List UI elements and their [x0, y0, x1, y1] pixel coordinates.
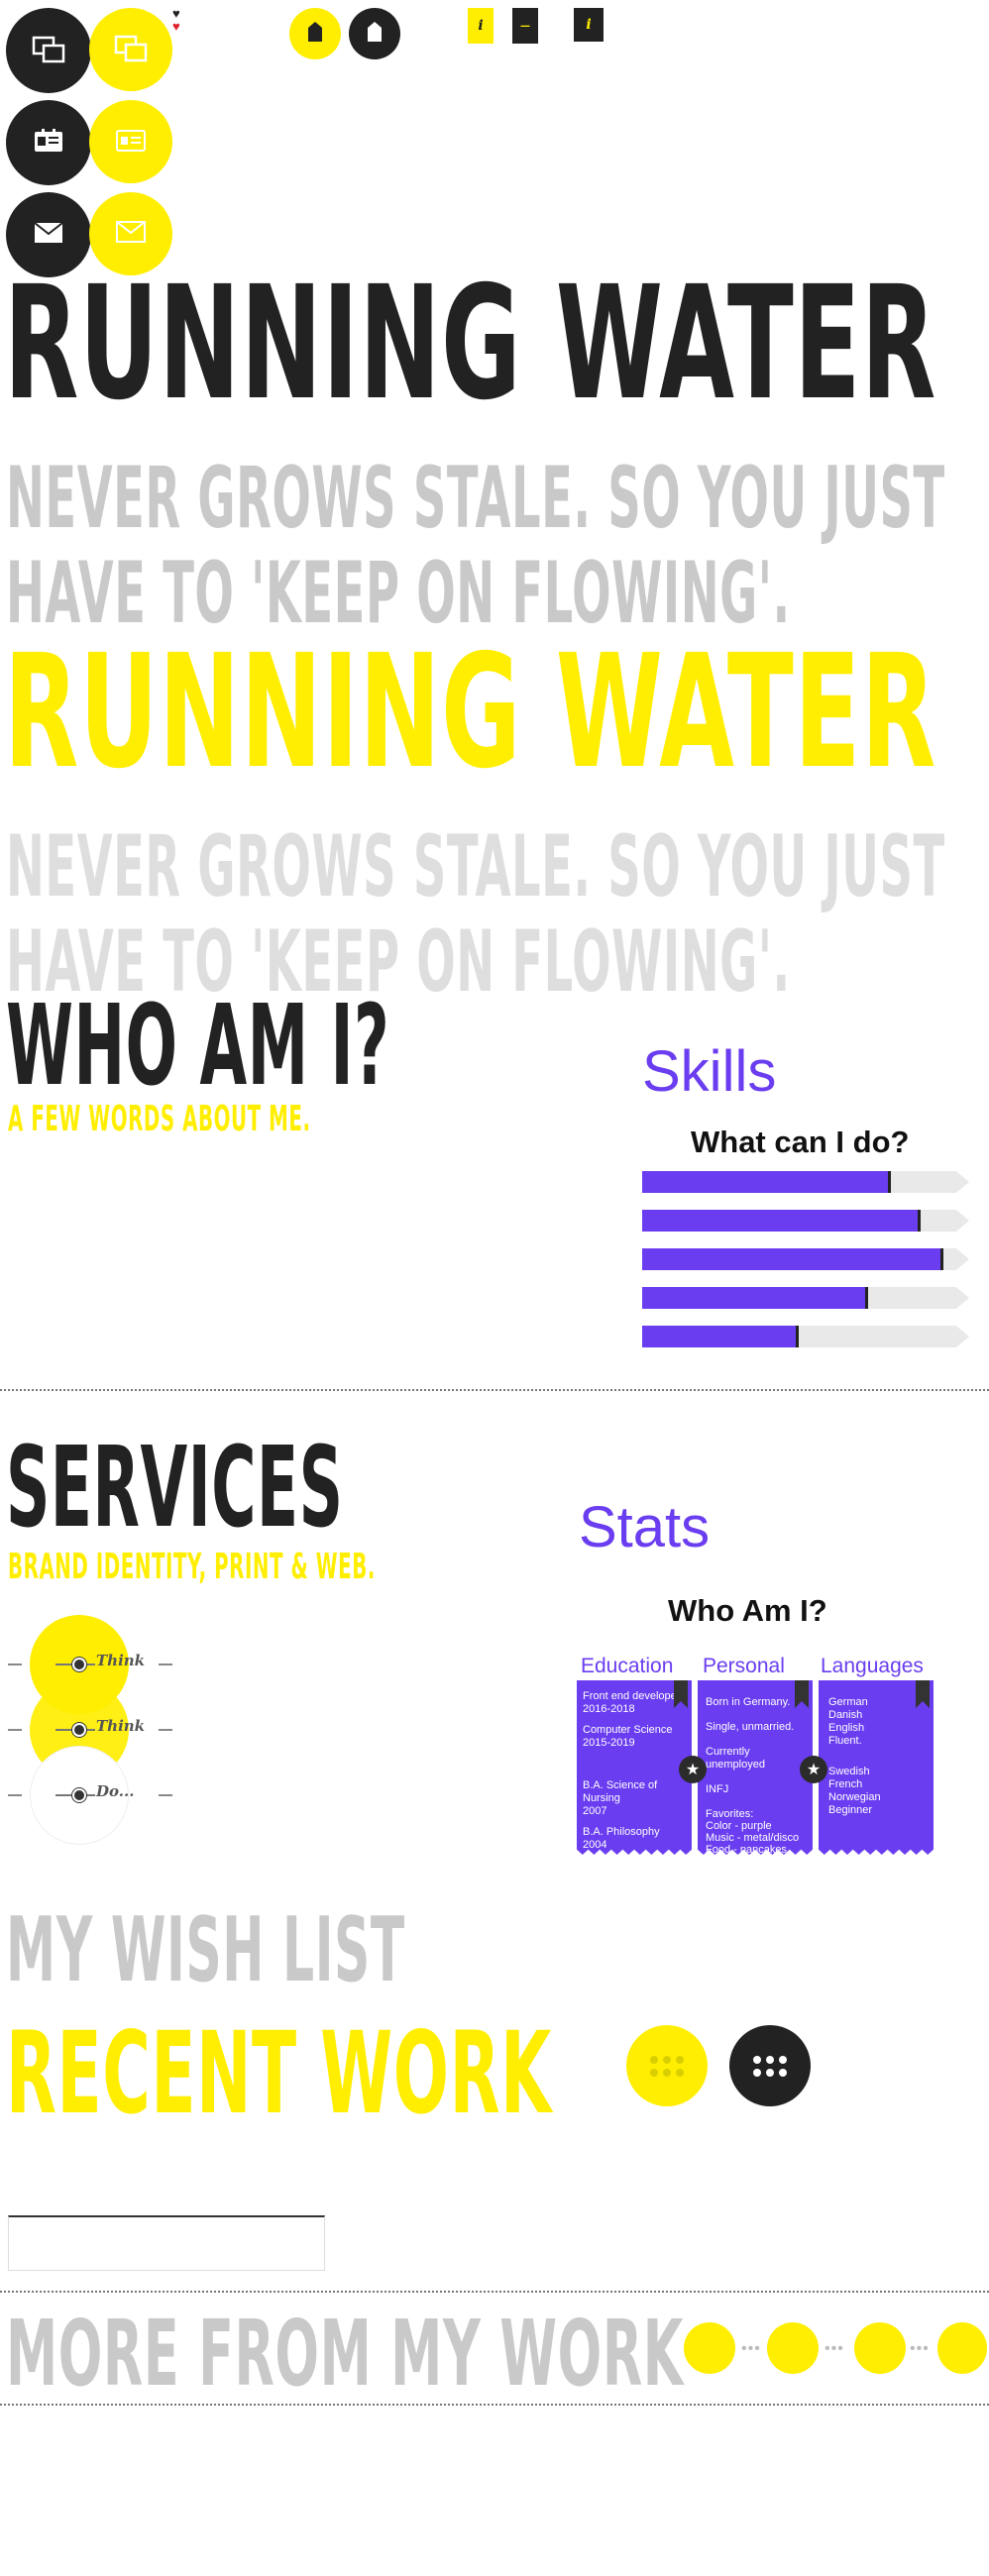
step-dot — [72, 1723, 86, 1737]
divider — [0, 2404, 989, 2406]
home-button-dark[interactable] — [349, 8, 400, 59]
skill-bar-fill — [642, 1171, 891, 1193]
home-icon — [368, 21, 382, 47]
skill-bar-track — [642, 1210, 969, 1232]
connector-dots: ••• — [741, 2340, 761, 2357]
stat-line: Single, unmarried. — [706, 1721, 795, 1733]
receipt-icon[interactable]: — — [512, 8, 538, 44]
more-work-item[interactable] — [854, 2322, 906, 2374]
connector-dots: ••• — [910, 2340, 930, 2357]
stat-line: INFJ — [706, 1783, 729, 1795]
stat-line: Currently unemployed — [706, 1746, 765, 1771]
step-tick — [159, 1794, 172, 1796]
skills-title: Skills — [642, 1039, 777, 1104]
star-icon: ★ — [679, 1756, 707, 1783]
more-work-title: MORE FROM MY WORK — [6, 2301, 684, 2407]
hero-subtitle-line-3: NEVER GROWS STALE. SO YOU JUST — [6, 817, 945, 916]
stat-line: German Danish English Fluent. — [828, 1696, 868, 1747]
skill-bar-track — [642, 1287, 969, 1309]
info-icon[interactable]: i — [574, 8, 604, 42]
divider — [0, 1389, 989, 1391]
recent-work-title: RECENT WORK — [6, 2007, 552, 2139]
id-card-icon — [34, 128, 63, 159]
stats-languages-heading: Languages — [821, 1655, 924, 1677]
stat-line: B.A. Science of Nursing 2007 — [583, 1779, 658, 1817]
mail-icon — [34, 221, 63, 249]
id-card-button-yellow[interactable] — [89, 100, 172, 183]
step-dot — [72, 1788, 86, 1802]
connector-dots: ••• — [824, 2340, 844, 2357]
stats-personal-column: Born in Germany. Single, unmarried. Curr… — [698, 1680, 813, 1855]
hero-subtitle-line-1: NEVER GROWS STALE. SO YOU JUST — [6, 449, 945, 548]
id-card-button-dark[interactable] — [6, 100, 91, 185]
star-icon: ★ — [800, 1756, 827, 1783]
work-placeholder-box — [8, 2215, 325, 2271]
skill-bar-track — [642, 1326, 969, 1347]
about-title: WHO AM I? — [6, 982, 390, 1111]
skill-bar-fill — [642, 1248, 943, 1270]
more-work-item[interactable] — [767, 2322, 819, 2374]
skill-bar-fill — [642, 1326, 799, 1347]
skills-subtitle: What can I do? — [691, 1125, 910, 1159]
step-dot — [72, 1658, 86, 1671]
step-label: Think — [96, 1717, 146, 1735]
skill-bar-fill — [642, 1210, 921, 1232]
stat-line: Swedish French Norwegian Beginner — [828, 1766, 881, 1816]
grid-view-button-dark[interactable] — [729, 2025, 811, 2106]
step-label: Think — [96, 1652, 146, 1669]
divider — [0, 2291, 989, 2293]
stat-line: Front end developer 2016-2018 — [583, 1690, 681, 1715]
wishlist-title: MY WISH LIST — [6, 1898, 405, 2002]
grid-icon — [753, 2055, 787, 2077]
info-icon[interactable]: i — [468, 8, 494, 44]
stats-languages-column: German Danish English Fluent. Swedish Fr… — [819, 1680, 934, 1855]
grid-view-button-yellow[interactable] — [626, 2025, 708, 2106]
stat-line: Favorites: Color - purple Music - metal/… — [706, 1808, 800, 1856]
grid-icon — [650, 2055, 684, 2077]
photo-gallery-icon — [114, 33, 148, 67]
services-subtitle: BRAND IDENTITY, PRINT & WEB. — [8, 1547, 376, 1587]
stat-line: Computer Science 2015-2019 — [583, 1724, 673, 1749]
mail-icon — [116, 220, 146, 248]
hero-title: RUNNING WATER — [4, 253, 936, 435]
home-button-yellow[interactable] — [289, 8, 341, 59]
heart-icon[interactable]: ♥ — [172, 19, 180, 34]
about-subtitle: A FEW WORDS ABOUT ME. — [8, 1099, 311, 1139]
skill-bar-track — [642, 1171, 969, 1193]
more-work-item[interactable] — [937, 2322, 987, 2374]
skill-bar-track — [642, 1248, 969, 1270]
skill-bar-fill — [642, 1287, 868, 1309]
id-card-icon — [116, 127, 146, 158]
stat-line: Born in Germany. — [706, 1696, 791, 1708]
step-tick — [8, 1664, 22, 1665]
stats-subtitle: Who Am I? — [668, 1593, 827, 1628]
step-tick — [8, 1794, 22, 1796]
stats-personal-heading: Personal — [703, 1655, 785, 1677]
stat-line: B.A. Philosophy 2004 — [583, 1826, 660, 1851]
photo-gallery-icon — [32, 34, 65, 68]
services-title: SERVICES — [6, 1424, 344, 1553]
more-work-item[interactable] — [684, 2322, 735, 2374]
stats-education-heading: Education — [581, 1655, 674, 1677]
step-label: Do... — [96, 1782, 135, 1800]
stats-title: Stats — [579, 1495, 711, 1559]
stats-education-column: Front end developer 2016-2018 Computer S… — [577, 1680, 692, 1855]
step-tick — [159, 1664, 172, 1665]
photo-gallery-button-yellow[interactable] — [89, 8, 172, 91]
step-tick — [159, 1729, 172, 1731]
home-icon — [308, 21, 322, 47]
step-tick — [8, 1729, 22, 1731]
photo-gallery-button-dark[interactable] — [6, 8, 91, 93]
hero-title-yellow: RUNNING WATER — [4, 621, 936, 804]
